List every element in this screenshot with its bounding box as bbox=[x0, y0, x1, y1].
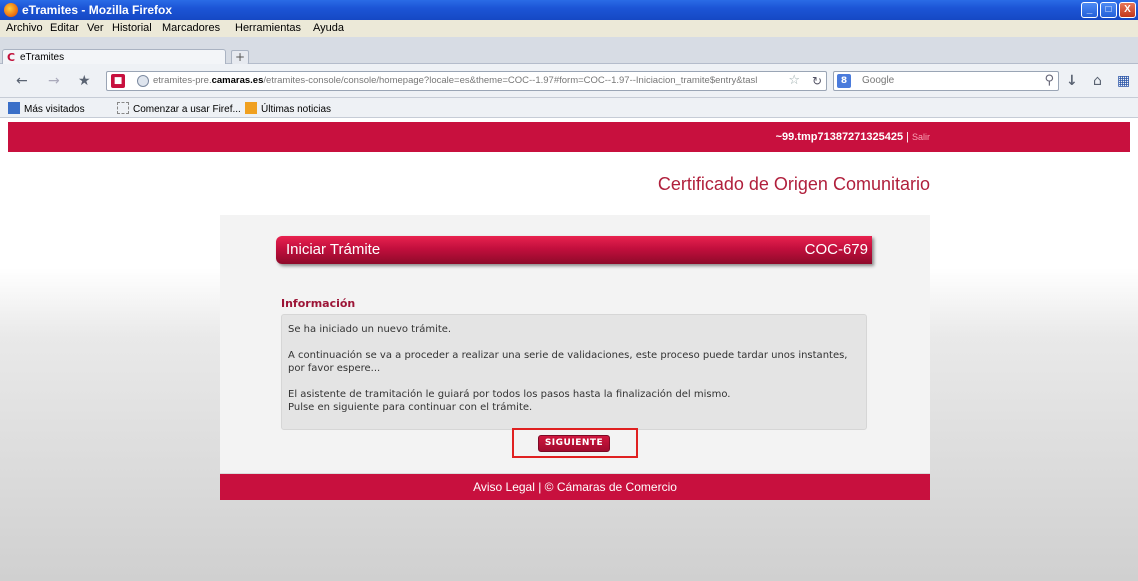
top-strip: ~99.tmp71387271325425 | Salir bbox=[8, 122, 1130, 152]
menu-ver[interactable]: Ver bbox=[87, 22, 104, 34]
etramites-icon: C bbox=[7, 51, 16, 64]
main-panel: Iniciar Trámite COC-679 Información Se h… bbox=[220, 215, 930, 473]
procedure-code: COC-679 bbox=[804, 241, 868, 258]
tab-strip: C eTramites + bbox=[0, 37, 1138, 65]
minimize-button[interactable]: _ bbox=[1081, 2, 1098, 18]
footer[interactable]: Aviso Legal | © Cámaras de Comercio bbox=[220, 474, 930, 500]
window-titlebar: eTramites - Mozilla Firefox _ □ X bbox=[0, 0, 1138, 20]
identity-icon[interactable]: ★ bbox=[78, 74, 91, 88]
bookmark-ultimas-noticias[interactable]: Últimas noticias bbox=[245, 102, 331, 115]
procedure-title: Iniciar Trámite bbox=[286, 241, 381, 258]
back-icon[interactable]: ← bbox=[16, 74, 28, 88]
url-text[interactable]: etramites-pre.camaras.es/etramites-conso… bbox=[153, 75, 757, 86]
url-bar[interactable]: ■ etramites-pre.camaras.es/etramites-con… bbox=[106, 71, 827, 91]
close-button[interactable]: X bbox=[1119, 2, 1136, 18]
info-line: Se ha iniciado un nuevo trámite. bbox=[288, 324, 452, 335]
user-info: ~99.tmp71387271325425 | Salir bbox=[776, 131, 930, 143]
info-box: Se ha iniciado un nuevo trámite. A conti… bbox=[281, 314, 867, 430]
site-icon[interactable]: ■ bbox=[111, 74, 125, 88]
menu-historial[interactable]: Historial bbox=[112, 22, 152, 34]
menu-marcadores[interactable]: Marcadores bbox=[162, 22, 220, 34]
download-icon[interactable]: ↓ bbox=[1066, 74, 1078, 88]
info-line: A continuación se va a proceder a realiz… bbox=[288, 350, 848, 374]
info-title: Información bbox=[281, 297, 356, 310]
rss-icon bbox=[245, 102, 257, 114]
info-line: Pulse en siguiente para continuar con el… bbox=[288, 402, 533, 413]
window-title: eTramites - Mozilla Firefox bbox=[22, 3, 173, 17]
reload-icon[interactable]: ↻ bbox=[812, 74, 822, 88]
user-separator: | bbox=[906, 131, 909, 143]
search-bar[interactable]: 8 Google ⚲ bbox=[833, 71, 1059, 91]
forward-icon[interactable]: → bbox=[48, 74, 60, 88]
tab-label: eTramites bbox=[20, 52, 65, 63]
procedure-header: Iniciar Trámite COC-679 bbox=[276, 236, 872, 264]
page-icon bbox=[117, 102, 129, 114]
logout-link[interactable]: Salir bbox=[912, 132, 930, 142]
info-line: El asistente de tramitación le guiará po… bbox=[288, 389, 731, 400]
new-tab-button[interactable]: + bbox=[231, 50, 249, 65]
home-icon[interactable]: ⌂ bbox=[1093, 74, 1102, 88]
page-content: ~99.tmp71387271325425 | Salir Certificado … bbox=[0, 118, 1138, 581]
star-icon[interactable]: ☆ bbox=[788, 73, 800, 88]
search-icon[interactable]: ⚲ bbox=[1044, 73, 1054, 88]
menu-editar[interactable]: Editar bbox=[50, 22, 79, 34]
siguiente-button[interactable]: SIGUIENTE bbox=[538, 435, 610, 452]
folder-icon bbox=[8, 102, 20, 114]
search-input[interactable]: Google bbox=[862, 75, 894, 86]
page-title: Certificado de Origen Comunitario bbox=[657, 174, 930, 194]
maximize-button[interactable]: □ bbox=[1100, 2, 1117, 18]
user-name: ~99.tmp71387271325425 bbox=[775, 131, 904, 143]
highlight-frame: SIGUIENTE bbox=[512, 428, 638, 458]
menu-herramientas[interactable]: Herramientas bbox=[235, 22, 301, 34]
navigation-bar: ← → ★ ■ etramites-pre.camaras.es/etramit… bbox=[0, 64, 1138, 98]
addon-icon[interactable]: ▦ bbox=[1117, 74, 1130, 88]
firefox-icon bbox=[4, 3, 18, 17]
google-icon[interactable]: 8 bbox=[837, 74, 851, 88]
bookmark-mas-visitados[interactable]: Más visitados bbox=[8, 102, 85, 115]
bookmarks-bar: Más visitados Comenzar a usar Firef... Ú… bbox=[0, 98, 1138, 118]
tab-etramites[interactable]: C eTramites bbox=[2, 49, 226, 65]
menu-bar: Archivo Editar Ver Historial Marcadores … bbox=[0, 20, 1138, 37]
bookmark-comenzar[interactable]: Comenzar a usar Firef... bbox=[117, 102, 241, 115]
globe-icon bbox=[137, 75, 149, 87]
menu-archivo[interactable]: Archivo bbox=[6, 22, 43, 34]
menu-ayuda[interactable]: Ayuda bbox=[313, 22, 344, 34]
